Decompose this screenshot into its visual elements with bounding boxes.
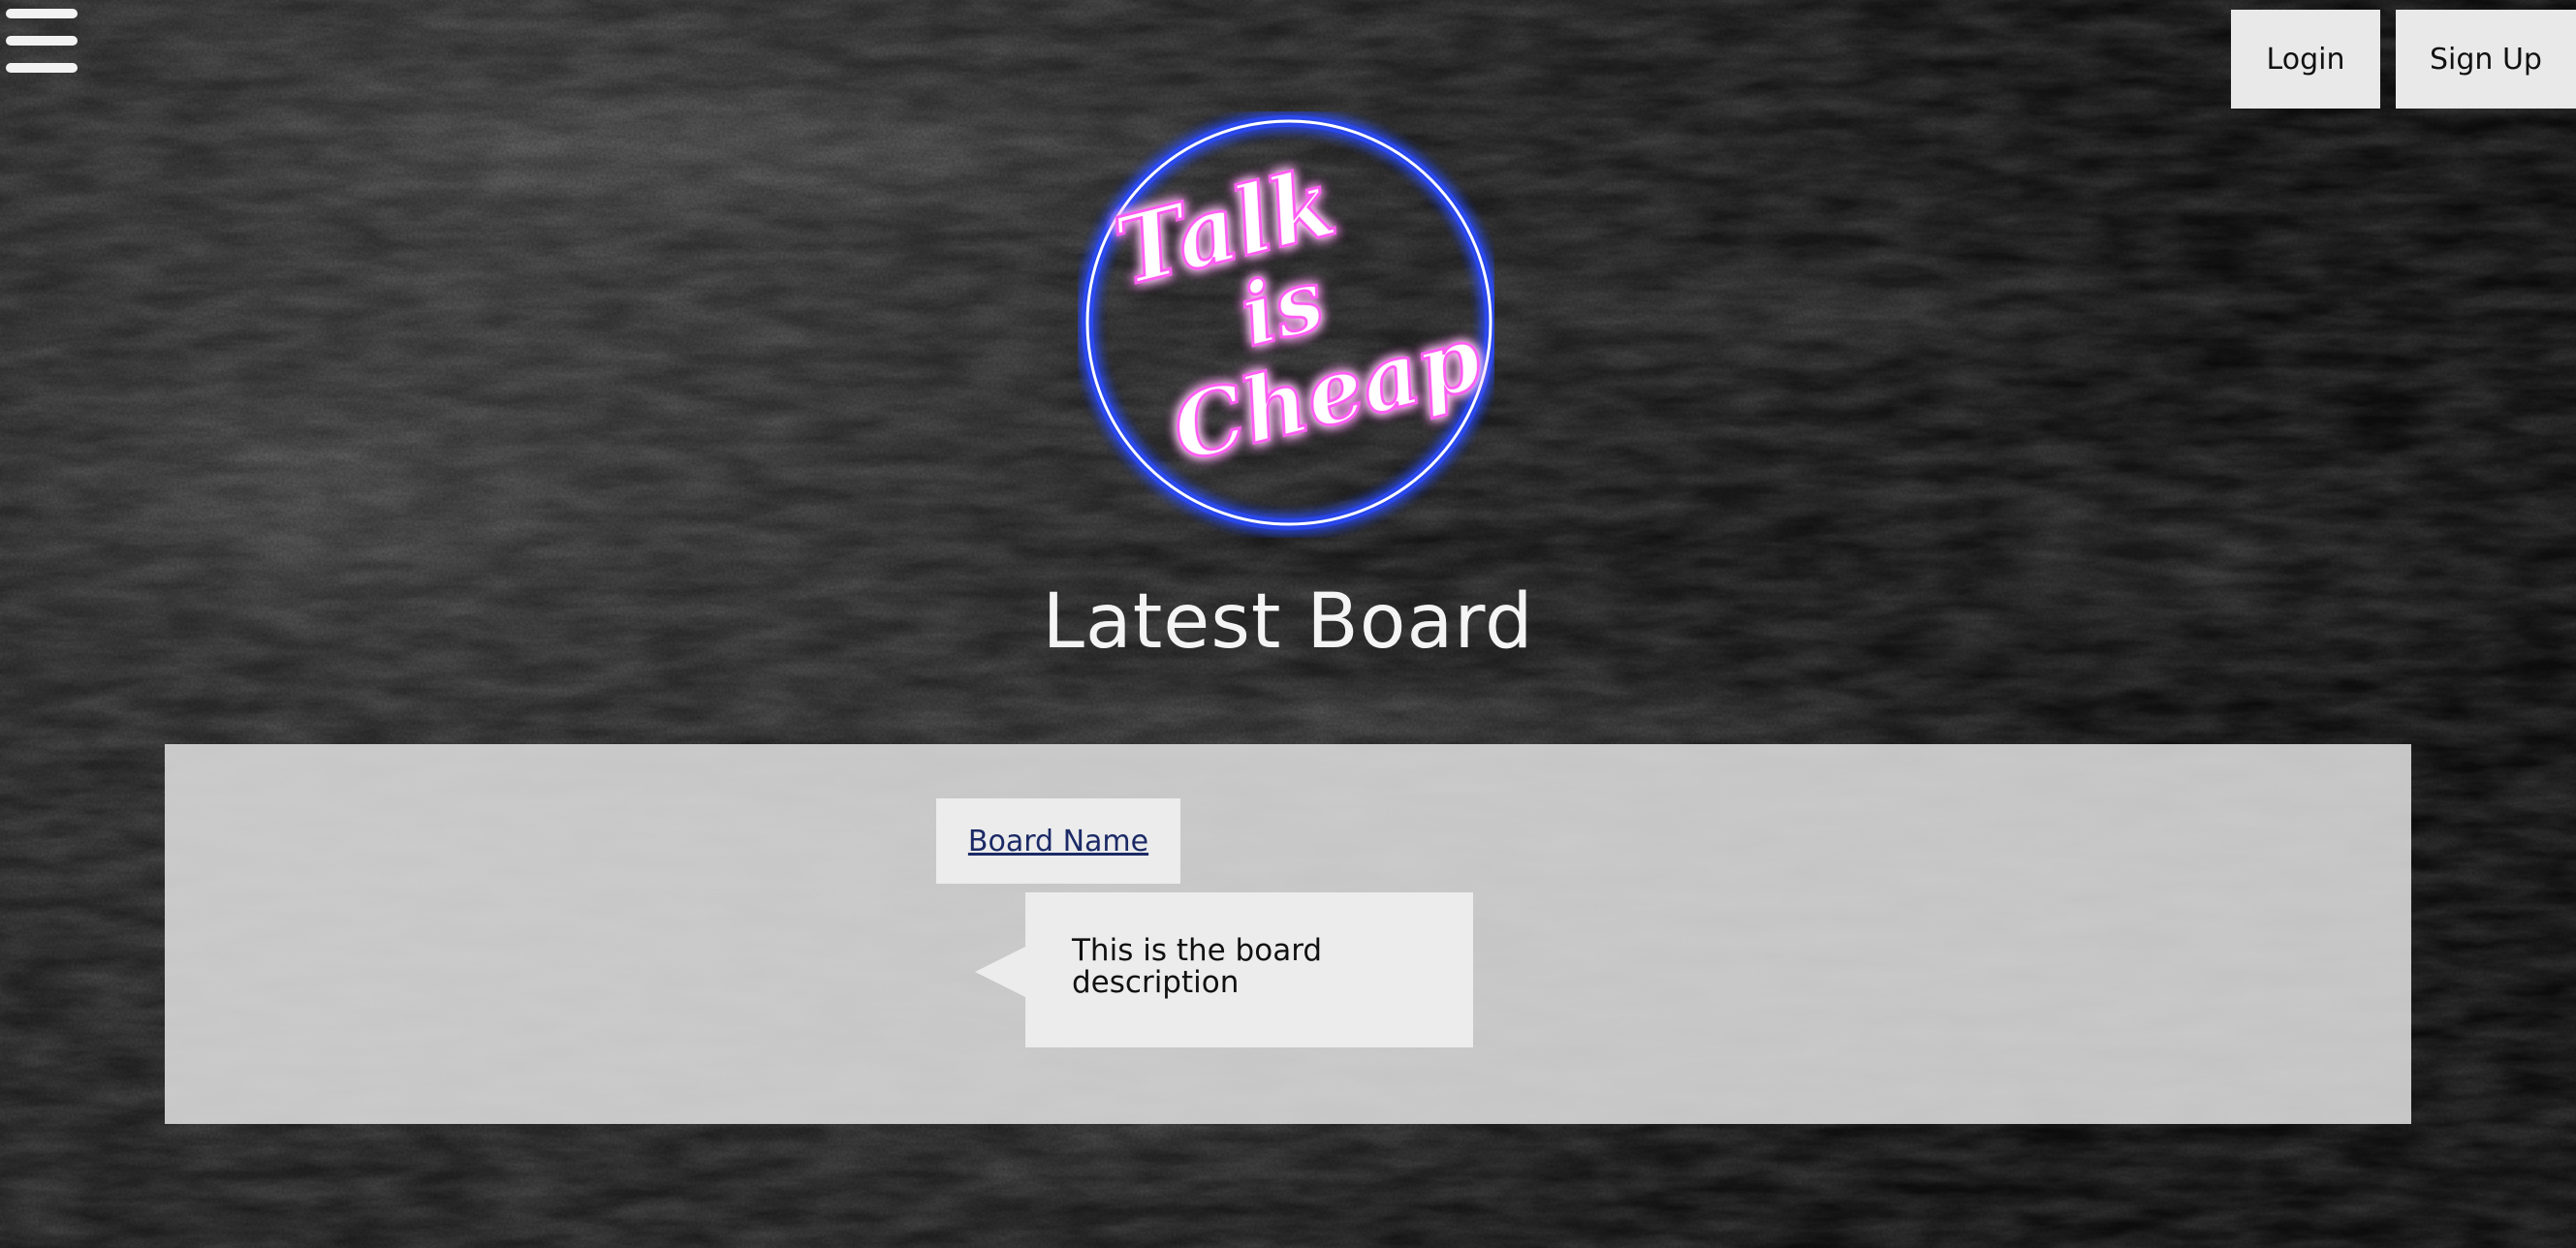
login-button[interactable]: Login — [2231, 10, 2380, 109]
talk-is-cheap-logo: Talk is Cheap — [1082, 115, 1494, 530]
menu-bar — [6, 63, 78, 73]
board-name-link[interactable]: Board Name — [968, 825, 1148, 858]
page-title: Latest Board — [1042, 578, 1534, 666]
board-description-bubble: This is the board description — [975, 892, 1473, 1047]
speech-pointer — [975, 947, 1025, 997]
menu-bar — [6, 9, 78, 18]
board-description: This is the board description — [1072, 933, 1323, 1000]
signup-button[interactable]: Sign Up — [2396, 10, 2576, 109]
menu-bar — [6, 36, 78, 46]
latest-board-panel: Board Name This is the board description — [165, 744, 2411, 1124]
hamburger-menu-icon[interactable] — [6, 9, 78, 75]
board-name-box: Board Name — [936, 798, 1180, 884]
